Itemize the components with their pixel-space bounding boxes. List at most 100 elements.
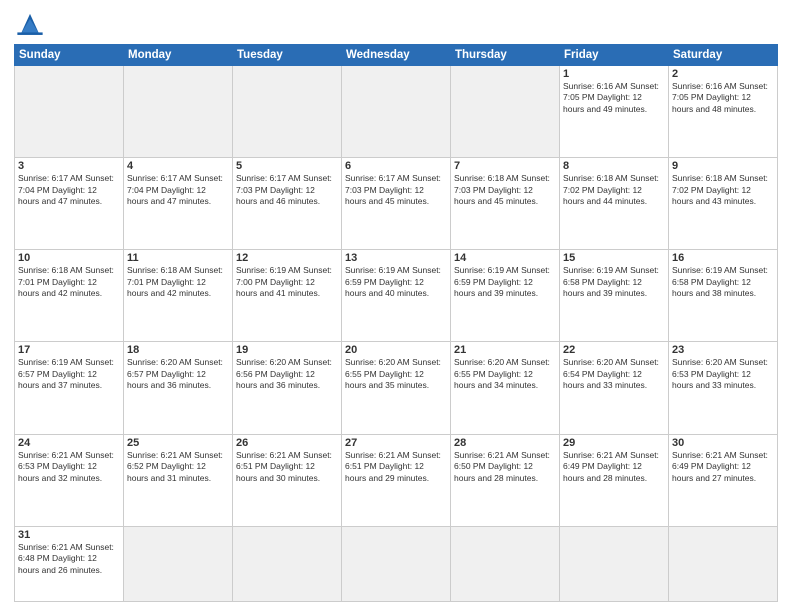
- col-friday: Friday: [560, 45, 669, 66]
- calendar-cell: 13Sunrise: 6:19 AM Sunset: 6:59 PM Dayli…: [342, 250, 451, 342]
- day-number: 17: [18, 344, 120, 356]
- day-info: Sunrise: 6:21 AM Sunset: 6:50 PM Dayligh…: [454, 450, 556, 484]
- day-info: Sunrise: 6:18 AM Sunset: 7:02 PM Dayligh…: [563, 173, 665, 207]
- calendar-cell: 15Sunrise: 6:19 AM Sunset: 6:58 PM Dayli…: [560, 250, 669, 342]
- day-number: 24: [18, 437, 120, 449]
- day-info: Sunrise: 6:18 AM Sunset: 7:01 PM Dayligh…: [127, 265, 229, 299]
- calendar-cell: 2Sunrise: 6:16 AM Sunset: 7:05 PM Daylig…: [669, 66, 778, 158]
- day-info: Sunrise: 6:16 AM Sunset: 7:05 PM Dayligh…: [672, 81, 774, 115]
- day-info: Sunrise: 6:20 AM Sunset: 6:56 PM Dayligh…: [236, 357, 338, 391]
- day-info: Sunrise: 6:21 AM Sunset: 6:53 PM Dayligh…: [18, 450, 120, 484]
- day-number: 4: [127, 160, 229, 172]
- day-info: Sunrise: 6:20 AM Sunset: 6:54 PM Dayligh…: [563, 357, 665, 391]
- day-number: 11: [127, 252, 229, 264]
- day-number: 15: [563, 252, 665, 264]
- calendar-cell: [233, 66, 342, 158]
- calendar-cell: 3Sunrise: 6:17 AM Sunset: 7:04 PM Daylig…: [15, 158, 124, 250]
- day-info: Sunrise: 6:18 AM Sunset: 7:02 PM Dayligh…: [672, 173, 774, 207]
- calendar-cell: 10Sunrise: 6:18 AM Sunset: 7:01 PM Dayli…: [15, 250, 124, 342]
- day-number: 28: [454, 437, 556, 449]
- day-number: 31: [18, 529, 120, 541]
- day-number: 14: [454, 252, 556, 264]
- day-number: 5: [236, 160, 338, 172]
- calendar-cell: 7Sunrise: 6:18 AM Sunset: 7:03 PM Daylig…: [451, 158, 560, 250]
- day-number: 22: [563, 344, 665, 356]
- calendar-cell: 20Sunrise: 6:20 AM Sunset: 6:55 PM Dayli…: [342, 342, 451, 434]
- calendar-cell: 17Sunrise: 6:19 AM Sunset: 6:57 PM Dayli…: [15, 342, 124, 434]
- day-info: Sunrise: 6:19 AM Sunset: 7:00 PM Dayligh…: [236, 265, 338, 299]
- day-number: 3: [18, 160, 120, 172]
- header: [14, 10, 778, 38]
- calendar-cell: 1Sunrise: 6:16 AM Sunset: 7:05 PM Daylig…: [560, 66, 669, 158]
- day-info: Sunrise: 6:17 AM Sunset: 7:04 PM Dayligh…: [18, 173, 120, 207]
- day-info: Sunrise: 6:20 AM Sunset: 6:53 PM Dayligh…: [672, 357, 774, 391]
- day-info: Sunrise: 6:19 AM Sunset: 6:59 PM Dayligh…: [345, 265, 447, 299]
- weekday-header-row: Sunday Monday Tuesday Wednesday Thursday…: [15, 45, 778, 66]
- day-info: Sunrise: 6:21 AM Sunset: 6:49 PM Dayligh…: [563, 450, 665, 484]
- day-info: Sunrise: 6:21 AM Sunset: 6:51 PM Dayligh…: [345, 450, 447, 484]
- day-number: 26: [236, 437, 338, 449]
- calendar-cell: 4Sunrise: 6:17 AM Sunset: 7:04 PM Daylig…: [124, 158, 233, 250]
- calendar-cell: [451, 526, 560, 601]
- day-info: Sunrise: 6:18 AM Sunset: 7:01 PM Dayligh…: [18, 265, 120, 299]
- logo: [14, 10, 50, 38]
- day-info: Sunrise: 6:21 AM Sunset: 6:48 PM Dayligh…: [18, 542, 120, 576]
- day-info: Sunrise: 6:21 AM Sunset: 6:52 PM Dayligh…: [127, 450, 229, 484]
- day-number: 23: [672, 344, 774, 356]
- day-number: 19: [236, 344, 338, 356]
- col-wednesday: Wednesday: [342, 45, 451, 66]
- day-info: Sunrise: 6:19 AM Sunset: 6:57 PM Dayligh…: [18, 357, 120, 391]
- calendar-cell: 12Sunrise: 6:19 AM Sunset: 7:00 PM Dayli…: [233, 250, 342, 342]
- calendar-cell: 5Sunrise: 6:17 AM Sunset: 7:03 PM Daylig…: [233, 158, 342, 250]
- day-info: Sunrise: 6:17 AM Sunset: 7:03 PM Dayligh…: [345, 173, 447, 207]
- calendar-cell: 16Sunrise: 6:19 AM Sunset: 6:58 PM Dayli…: [669, 250, 778, 342]
- day-info: Sunrise: 6:18 AM Sunset: 7:03 PM Dayligh…: [454, 173, 556, 207]
- col-tuesday: Tuesday: [233, 45, 342, 66]
- day-number: 20: [345, 344, 447, 356]
- day-number: 16: [672, 252, 774, 264]
- calendar-cell: 11Sunrise: 6:18 AM Sunset: 7:01 PM Dayli…: [124, 250, 233, 342]
- calendar-cell: 31Sunrise: 6:21 AM Sunset: 6:48 PM Dayli…: [15, 526, 124, 601]
- calendar-cell: [451, 66, 560, 158]
- calendar-cell: 22Sunrise: 6:20 AM Sunset: 6:54 PM Dayli…: [560, 342, 669, 434]
- col-monday: Monday: [124, 45, 233, 66]
- day-info: Sunrise: 6:19 AM Sunset: 6:58 PM Dayligh…: [672, 265, 774, 299]
- calendar-cell: 14Sunrise: 6:19 AM Sunset: 6:59 PM Dayli…: [451, 250, 560, 342]
- calendar-cell: 18Sunrise: 6:20 AM Sunset: 6:57 PM Dayli…: [124, 342, 233, 434]
- day-number: 13: [345, 252, 447, 264]
- col-sunday: Sunday: [15, 45, 124, 66]
- calendar-cell: [669, 526, 778, 601]
- day-number: 30: [672, 437, 774, 449]
- calendar-cell: [15, 66, 124, 158]
- day-info: Sunrise: 6:20 AM Sunset: 6:55 PM Dayligh…: [345, 357, 447, 391]
- calendar-cell: 28Sunrise: 6:21 AM Sunset: 6:50 PM Dayli…: [451, 434, 560, 526]
- calendar-cell: [233, 526, 342, 601]
- day-number: 7: [454, 160, 556, 172]
- day-number: 9: [672, 160, 774, 172]
- calendar-cell: 27Sunrise: 6:21 AM Sunset: 6:51 PM Dayli…: [342, 434, 451, 526]
- day-number: 1: [563, 68, 665, 80]
- day-number: 25: [127, 437, 229, 449]
- day-number: 21: [454, 344, 556, 356]
- day-number: 18: [127, 344, 229, 356]
- calendar-cell: 29Sunrise: 6:21 AM Sunset: 6:49 PM Dayli…: [560, 434, 669, 526]
- col-saturday: Saturday: [669, 45, 778, 66]
- day-number: 2: [672, 68, 774, 80]
- calendar-cell: 24Sunrise: 6:21 AM Sunset: 6:53 PM Dayli…: [15, 434, 124, 526]
- calendar-cell: 19Sunrise: 6:20 AM Sunset: 6:56 PM Dayli…: [233, 342, 342, 434]
- calendar-cell: 8Sunrise: 6:18 AM Sunset: 7:02 PM Daylig…: [560, 158, 669, 250]
- calendar-cell: 21Sunrise: 6:20 AM Sunset: 6:55 PM Dayli…: [451, 342, 560, 434]
- day-number: 6: [345, 160, 447, 172]
- day-info: Sunrise: 6:20 AM Sunset: 6:57 PM Dayligh…: [127, 357, 229, 391]
- calendar-cell: 6Sunrise: 6:17 AM Sunset: 7:03 PM Daylig…: [342, 158, 451, 250]
- day-number: 29: [563, 437, 665, 449]
- day-number: 12: [236, 252, 338, 264]
- calendar-cell: [124, 66, 233, 158]
- day-info: Sunrise: 6:19 AM Sunset: 6:58 PM Dayligh…: [563, 265, 665, 299]
- day-info: Sunrise: 6:20 AM Sunset: 6:55 PM Dayligh…: [454, 357, 556, 391]
- calendar-cell: [560, 526, 669, 601]
- day-info: Sunrise: 6:21 AM Sunset: 6:51 PM Dayligh…: [236, 450, 338, 484]
- calendar: Sunday Monday Tuesday Wednesday Thursday…: [14, 44, 778, 602]
- calendar-cell: 26Sunrise: 6:21 AM Sunset: 6:51 PM Dayli…: [233, 434, 342, 526]
- day-number: 27: [345, 437, 447, 449]
